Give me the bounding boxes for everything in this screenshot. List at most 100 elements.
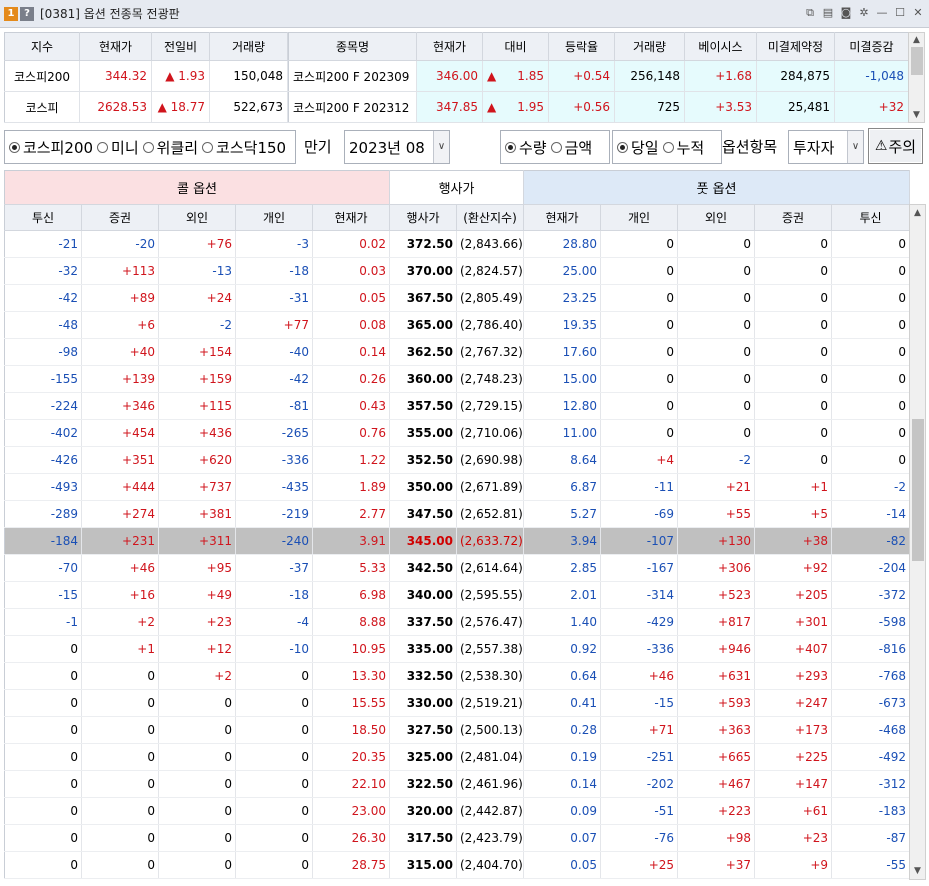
market-radio-mini[interactable]: 미니 — [93, 137, 139, 158]
cell-put-foreign: +817 — [677, 608, 756, 636]
board-row[interactable]: -155 +139 +159 -42 0.26 360.00 (2,748.23) 15.00… — [4, 365, 911, 393]
cell-call-individual: -81 — [235, 392, 313, 420]
column-header-call-foreign[interactable]: 외인 — [158, 204, 236, 231]
board-row[interactable]: -426 +351 +620 -336 1.22 352.50 (2,690.98) 8.64… — [4, 446, 911, 474]
board-row[interactable]: -70 +46 +95 -37 5.33 342.50 (2,614.64) 2.85 -167… — [4, 554, 911, 582]
column-header-put-price[interactable]: 현재가 — [523, 204, 602, 231]
cell-put-trust: -768 — [831, 662, 911, 690]
index-table: 지수 현재가 전일비 거래량 코스피200 344.32 ▲ 1.93 150,… — [4, 32, 288, 123]
board-row[interactable]: 0 0 0 0 23.00 320.00 (2,442.87) 0.09 -51 +223 +61-… — [4, 797, 911, 825]
period-radio-cumulative[interactable]: 누적 — [659, 137, 704, 158]
cell-put-foreign: +523 — [677, 581, 756, 609]
column-header-put-individual[interactable]: 개인 — [600, 204, 679, 231]
board-row[interactable]: 0 0 0 0 28.75 315.00 (2,404.70) 0.05 +25 +37 +9 -55 — [4, 851, 911, 879]
cell-put-individual: +4 — [600, 446, 679, 474]
cell-put-price: 28.80 — [523, 230, 602, 258]
board-row[interactable]: -98 +40 +154 -40 0.14 362.50 (2,767.32) 17.60 0 0… — [4, 338, 911, 366]
cell-call-individual: -4 — [235, 608, 313, 636]
period-radio-today[interactable]: 당일 — [613, 137, 659, 158]
board-row[interactable]: -42 +89 +24 -31 0.05 367.50 (2,805.49) 23.25 0 0 0… — [4, 284, 911, 312]
index-row[interactable]: 코스피200 344.32 ▲ 1.93 150,048 — [4, 60, 288, 92]
futures-row[interactable]: 코스피200 F 202309 346.00 ▲ 1.85 +0.54 256,1… — [288, 60, 909, 92]
market-radio-kosdaq150[interactable]: 코스닥150 — [198, 137, 286, 158]
expiry-select[interactable]: 2023년 08 ∨ — [344, 130, 450, 164]
board-row[interactable]: 0 0 0 0 22.10 322.50 (2,461.96) 0.14 -202 +467 +14… — [4, 770, 911, 798]
board-row[interactable]: -184 +231 +311 -240 3.91 345.00 (2,633.72) 3.94… — [4, 527, 911, 555]
scroll-thumb[interactable] — [912, 419, 924, 561]
camera-icon[interactable]: ◙ — [839, 6, 853, 20]
close-icon[interactable]: ✕ — [911, 6, 925, 20]
unit-radio-quantity[interactable]: 수량 — [501, 137, 547, 158]
column-header-put-foreign[interactable]: 외인 — [677, 204, 756, 231]
board-scrollbar[interactable]: ▲ ▼ — [909, 204, 926, 880]
board-row[interactable]: -21 -20 +76 -3 0.02 372.50 (2,843.66) 28.80 0 0 0 0 — [4, 230, 911, 258]
cell-strike-price: 352.50 — [389, 446, 457, 474]
board-row[interactable]: -48 +6 -2 +77 0.08 365.00 (2,786.40) 19.35 0 0 0 0 — [4, 311, 911, 339]
investor-select[interactable]: 투자자 ∨ — [788, 130, 864, 164]
column-header-strike-price[interactable]: 행사가 — [389, 204, 457, 231]
board-row[interactable]: 0 0 +2 0 13.30 332.50 (2,538.30) 0.64 +46 +631 +29… — [4, 662, 911, 690]
scroll-down-icon[interactable]: ▼ — [909, 108, 924, 122]
index-row[interactable]: 코스피 2628.53 ▲ 18.77 522,673 — [4, 91, 288, 123]
scroll-down-icon[interactable]: ▼ — [910, 863, 925, 879]
market-radio-weekly[interactable]: 위클리 — [139, 137, 198, 158]
chevron-down-icon[interactable]: ∨ — [847, 131, 863, 163]
column-header-put-trust[interactable]: 투신 — [831, 204, 911, 231]
cell-put-trust: -14 — [831, 500, 911, 528]
cell-call-securities: 0 — [81, 716, 159, 744]
board-row[interactable]: 0 0 0 0 18.50 327.50 (2,500.13) 0.28 +71 +363 +173… — [4, 716, 911, 744]
board-row[interactable]: 0 0 0 0 20.35 325.00 (2,481.04) 0.19 -251 +665 +22… — [4, 743, 911, 771]
cell-call-price: 23.00 — [312, 797, 390, 825]
minimize-icon[interactable]: — — [875, 6, 889, 20]
index-change: ▲ 1.93 — [151, 60, 210, 92]
column-header-put-securities[interactable]: 증권 — [754, 204, 833, 231]
cell-put-price: 19.35 — [523, 311, 602, 339]
cell-call-foreign: +76 — [158, 230, 236, 258]
cell-call-price: 18.50 — [312, 716, 390, 744]
column-header-call-trust[interactable]: 투신 — [4, 204, 82, 231]
chevron-down-icon[interactable]: ∨ — [433, 131, 449, 163]
board-row[interactable]: -402 +454 +436 -265 0.76 355.00 (2,710.06) 11.0… — [4, 419, 911, 447]
column-header-call-price[interactable]: 현재가 — [312, 204, 390, 231]
cell-put-foreign: +37 — [677, 851, 756, 879]
maximize-icon[interactable]: ☐ — [893, 6, 907, 20]
copy-icon[interactable]: ▤ — [821, 6, 835, 20]
link-icon[interactable]: ⧉ — [803, 6, 817, 20]
board-row[interactable]: -32 +113 -13 -18 0.03 370.00 (2,824.57) 25.00 0 0… — [4, 257, 911, 285]
cell-call-securities: +6 — [81, 311, 159, 339]
index-header-name: 지수 — [4, 32, 80, 61]
unit-radio-amount[interactable]: 금액 — [547, 137, 592, 158]
board-row[interactable]: 0 0 0 0 15.55 330.00 (2,519.21) 0.41 -15 +593 +247… — [4, 689, 911, 717]
board-row[interactable]: -224 +346 +115 -81 0.43 357.50 (2,729.15) 12.80… — [4, 392, 911, 420]
radio-icon — [202, 141, 214, 153]
warning-button[interactable]: ⚠ 주의 — [868, 128, 923, 164]
futures-rate: +0.54 — [548, 60, 615, 92]
cell-call-price: 1.22 — [312, 446, 390, 474]
board-row[interactable]: -1 +2 +23 -4 8.88 337.50 (2,576.47) 1.40 -429 +81… — [4, 608, 911, 636]
scroll-up-icon[interactable]: ▲ — [910, 205, 925, 221]
help-icon[interactable]: ? — [20, 6, 34, 21]
scroll-thumb[interactable] — [911, 47, 923, 75]
cell-call-trust: 0 — [4, 797, 82, 825]
cell-put-trust: -468 — [831, 716, 911, 744]
cell-put-price: 17.60 — [523, 338, 602, 366]
board-row[interactable]: -15 +16 +49 -18 6.98 340.00 (2,595.55) 2.01 -314… — [4, 581, 911, 609]
scroll-up-icon[interactable]: ▲ — [909, 33, 924, 47]
board-row[interactable]: -289 +274 +381 -219 2.77 347.50 (2,652.81) 5.27… — [4, 500, 911, 528]
cell-put-individual: -107 — [600, 527, 679, 555]
cell-put-price: 0.92 — [523, 635, 602, 663]
board-row[interactable]: 0 +1 +12 -10 10.95 335.00 (2,557.38) 0.92 -336 +9… — [4, 635, 911, 663]
board-row[interactable]: 0 0 0 0 26.30 317.50 (2,423.79) 0.07 -76 +98 +23 -8… — [4, 824, 911, 852]
cell-put-foreign: +306 — [677, 554, 756, 582]
futures-header-change: 대비 — [482, 32, 549, 61]
futures-scrollbar[interactable]: ▲ ▼ — [908, 32, 925, 123]
futures-row[interactable]: 코스피200 F 202312 347.85 ▲ 1.95 +0.56 725 +… — [288, 91, 909, 123]
window-number-badge[interactable]: 1 — [4, 6, 18, 21]
settings-icon[interactable]: ✲ — [857, 6, 871, 20]
market-radio-kospi200[interactable]: 코스피200 — [5, 137, 93, 158]
cell-call-price: 15.55 — [312, 689, 390, 717]
column-header-converted-index[interactable]: (환산지수) — [456, 204, 525, 231]
column-header-call-securities[interactable]: 증권 — [81, 204, 159, 231]
column-header-call-individual[interactable]: 개인 — [235, 204, 313, 231]
board-row[interactable]: -493 +444 +737 -435 1.89 350.00 (2,671.89) 6.87… — [4, 473, 911, 501]
